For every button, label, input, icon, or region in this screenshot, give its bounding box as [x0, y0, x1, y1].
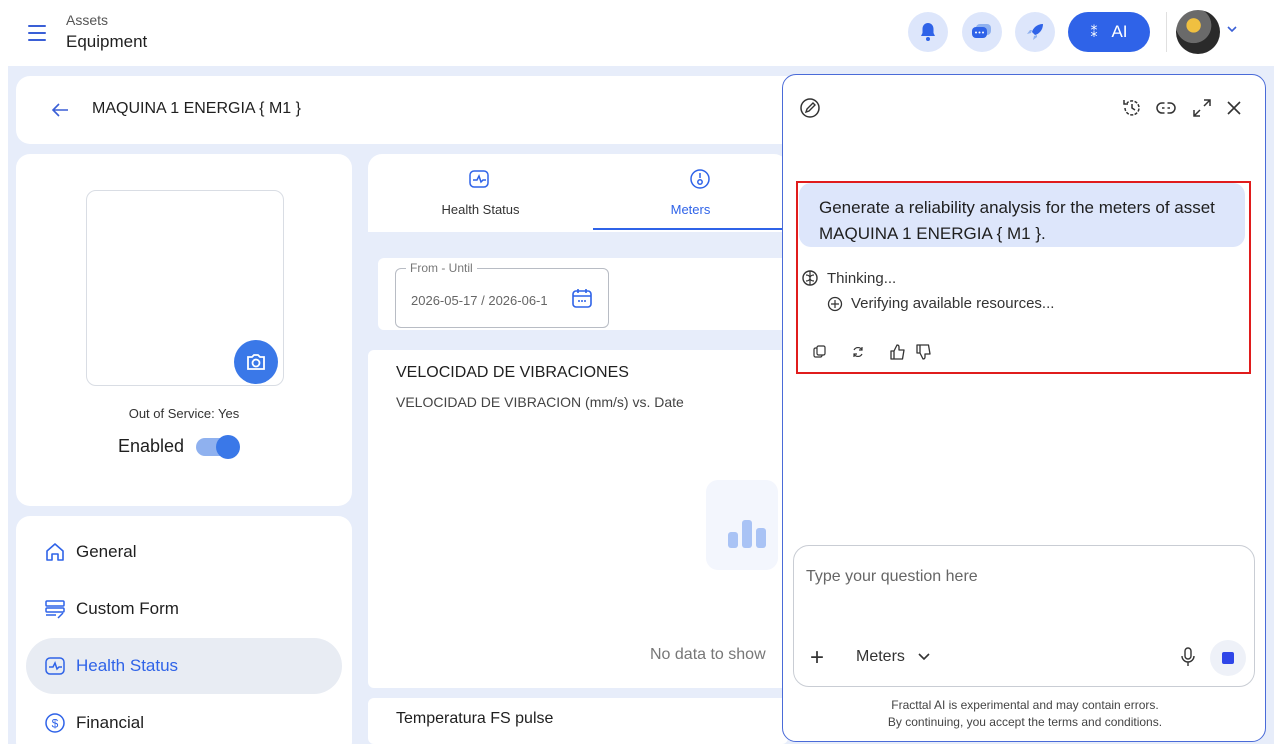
dollar-icon: $ — [45, 713, 65, 733]
notifications-button[interactable] — [908, 12, 948, 52]
avatar[interactable] — [1176, 10, 1220, 54]
nav-item-general[interactable]: General — [26, 524, 342, 580]
toggle-knob — [216, 434, 241, 459]
ai-assistant-panel: Generate a reliability analysis for the … — [782, 74, 1266, 742]
nav-item-health-status[interactable]: Health Status — [26, 638, 342, 694]
expand-icon[interactable] — [1191, 97, 1213, 119]
date-filter-card: From - Until 2026-05-17 / 2026-06-1 — [378, 258, 788, 330]
empty-chart-illustration — [706, 480, 778, 570]
ai-assistant-button[interactable]: ⁑ AI — [1068, 12, 1150, 52]
nav-item-custom-form[interactable]: Custom Form — [26, 581, 342, 637]
tab-health-status[interactable]: Health Status — [368, 154, 593, 230]
stop-icon — [1222, 652, 1234, 664]
rocket-icon — [1027, 24, 1043, 40]
divider — [1166, 12, 1167, 52]
link-icon[interactable] — [1155, 99, 1177, 117]
no-data-message: No data to show — [650, 646, 766, 663]
history-icon[interactable] — [1121, 97, 1143, 119]
date-range-value: 2026-05-17 / 2026-06-1 — [411, 293, 548, 308]
context-select-value: Meters — [856, 648, 905, 665]
chart-subtitle: VELOCIDAD DE VIBRACION (mm/s) vs. Date — [396, 394, 684, 410]
asset-nav: General Custom Form Health Status $ Fina… — [16, 516, 352, 744]
context-select[interactable]: Meters — [856, 648, 931, 666]
microphone-icon[interactable] — [1180, 646, 1196, 668]
tab-meters[interactable]: Meters — [593, 154, 788, 230]
highlight-box — [796, 181, 1251, 374]
add-attachment-button[interactable]: + — [810, 646, 824, 670]
date-range-legend: From - Until — [406, 261, 477, 275]
nav-item-financial[interactable]: $ Financial — [26, 695, 342, 744]
launch-button[interactable] — [1015, 12, 1055, 52]
ai-button-label: AI — [1111, 22, 1128, 41]
chevron-down-icon — [918, 653, 930, 661]
active-tab-indicator — [593, 228, 788, 230]
asset-header: MAQUINA 1 ENERGIA { M1 } — [16, 76, 816, 144]
home-icon — [46, 543, 64, 561]
chat-icon — [972, 24, 991, 38]
nav-item-label: General — [76, 542, 137, 561]
gauge-icon — [690, 169, 710, 189]
upload-photo-button[interactable] — [234, 340, 278, 384]
nav-item-label: Health Status — [76, 656, 179, 675]
disclaimer-line-2[interactable]: By continuing, you accept the terms and … — [783, 714, 1267, 731]
chat-button[interactable] — [962, 12, 1002, 52]
svg-text:$: $ — [52, 717, 59, 731]
tab-label: Health Status — [441, 202, 520, 217]
health-icon — [45, 657, 65, 675]
camera-icon — [247, 354, 265, 370]
top-bar: Assets Equipment ⁑ AI — [0, 0, 1274, 66]
nav-item-label: Financial — [76, 713, 145, 732]
calendar-icon[interactable] — [570, 286, 594, 310]
chat-input-box: + Meters — [793, 545, 1255, 687]
sparkle-icon: ⁑ — [1090, 23, 1098, 40]
asset-photo-card: Out of Service: Yes Enabled — [16, 154, 352, 506]
nav-item-label: Custom Form — [76, 599, 179, 618]
chart-title: Temperatura FS pulse — [396, 710, 554, 727]
asset-title: MAQUINA 1 ENERGIA { M1 } — [92, 100, 301, 117]
back-arrow-icon[interactable] — [48, 98, 72, 122]
form-icon — [45, 600, 65, 619]
chart-title: VELOCIDAD DE VIBRACIONES — [396, 364, 629, 381]
ai-disclaimer: Fracttal AI is experimental and may cont… — [783, 697, 1267, 731]
date-range-field[interactable]: From - Until 2026-05-17 / 2026-06-1 — [395, 261, 609, 328]
health-icon — [469, 170, 489, 188]
enabled-row: Enabled — [118, 434, 241, 459]
new-chat-icon[interactable] — [799, 97, 821, 119]
chevron-down-icon[interactable] — [1226, 24, 1238, 34]
tab-label: Meters — [670, 202, 711, 217]
breadcrumb-parent[interactable]: Assets — [66, 12, 108, 28]
hamburger-menu-icon[interactable] — [26, 22, 50, 44]
page-title: Equipment — [66, 32, 148, 51]
enabled-label: Enabled — [118, 436, 185, 456]
disclaimer-line-1: Fracttal AI is experimental and may cont… — [891, 698, 1159, 712]
chart-card: VELOCIDAD DE VIBRACIONES VELOCIDAD DE VI… — [368, 350, 788, 688]
bell-icon — [921, 23, 935, 41]
chart-card-temperature: Temperatura FS pulse — [368, 698, 788, 744]
stop-generation-button[interactable] — [1210, 640, 1246, 676]
tab-bar: Health Status Meters — [368, 154, 788, 232]
out-of-service-status: Out of Service: Yes — [128, 406, 240, 421]
close-icon[interactable] — [1225, 99, 1243, 117]
chat-input[interactable] — [806, 564, 1236, 590]
enabled-toggle[interactable] — [196, 434, 241, 459]
